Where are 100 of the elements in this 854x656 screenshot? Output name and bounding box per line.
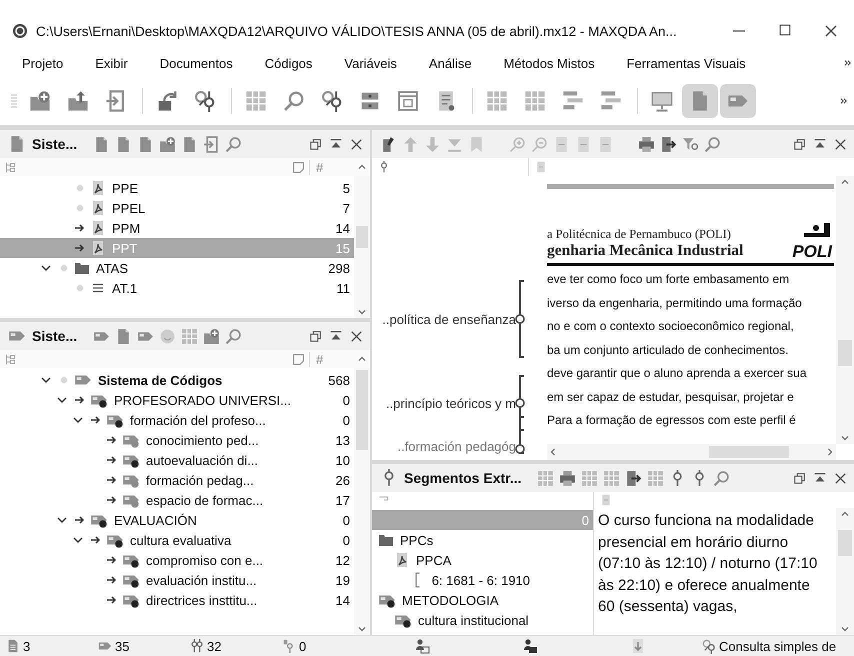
export-icon[interactable] xyxy=(625,470,642,486)
code-label[interactable]: ..política de enseñanza xyxy=(382,312,516,326)
column-header: # xyxy=(309,352,352,366)
restore-icon[interactable] xyxy=(793,471,807,485)
menu-item[interactable]: Variáveis xyxy=(332,56,409,70)
filter-icon[interactable] xyxy=(682,136,699,152)
page-icon xyxy=(535,161,547,173)
menu-item[interactable]: Códigos xyxy=(252,56,324,70)
tree-item[interactable]: PPEL 7 xyxy=(0,198,354,218)
maximize-icon[interactable] xyxy=(778,23,792,37)
printer-icon[interactable] xyxy=(638,136,655,152)
pencil-icon[interactable] xyxy=(380,136,397,152)
tree-item[interactable]: ATAS 298 xyxy=(0,258,354,278)
code-label[interactable]: ..formación pedagóg xyxy=(397,439,516,454)
exit-icon[interactable] xyxy=(203,136,220,152)
close-icon[interactable] xyxy=(349,136,364,152)
tree-item[interactable]: cultura evaluativa 0 xyxy=(0,530,354,550)
hierarchy-icon xyxy=(4,160,17,174)
list-icon[interactable] xyxy=(600,90,622,112)
folder-plus-icon[interactable] xyxy=(159,136,176,152)
scrollbar-thumb[interactable] xyxy=(838,340,852,366)
scrollbar-thumb[interactable] xyxy=(356,370,368,450)
tree-item[interactable]: cultura institucional xyxy=(372,610,593,630)
tree-item[interactable]: formación del profeso... 0 xyxy=(0,410,354,430)
close-icon[interactable] xyxy=(349,328,364,344)
menu-item[interactable]: Projeto xyxy=(10,56,76,70)
folder-plus-icon[interactable] xyxy=(29,90,51,112)
pin-search-icon[interactable] xyxy=(194,90,216,112)
tree-item[interactable]: Sistema de Códigos 568 xyxy=(0,370,354,390)
document-text-line: eve ter como foco um forte embasamento em xyxy=(547,271,790,288)
pdf-icon xyxy=(90,180,106,196)
menu-item[interactable]: Exibir xyxy=(83,56,140,70)
status-count: 35 xyxy=(115,638,130,654)
folder-plus-icon[interactable] xyxy=(203,328,220,344)
close-icon[interactable] xyxy=(823,23,839,39)
page-heading: a Politécnica de Pernambuco (POLI) xyxy=(547,227,732,242)
scrollbar-thumb[interactable] xyxy=(709,446,789,458)
pin-icon xyxy=(378,161,390,173)
scrollbar-thumb[interactable] xyxy=(838,530,852,556)
poli-logo: POLI xyxy=(792,223,832,260)
memo-icon xyxy=(292,352,305,366)
document-text-line: ba um conjunto articulado de conhecimentos. xyxy=(547,342,790,358)
document-text-line: deve garantir que o aluno aprenda a exercer sua xyxy=(547,365,808,382)
tree-item[interactable]: PPM 14 xyxy=(0,218,354,238)
document-text-line: Para a formação de egressos com este perfil é xyxy=(547,412,797,429)
tree-item[interactable]: evaluación institu... 19 xyxy=(0,570,354,590)
pin-search-icon[interactable] xyxy=(321,90,343,112)
tree-item[interactable]: directrices insttitu... 14 xyxy=(0,590,354,610)
tree-item[interactable]: 6: 1681 - 6: 1910 xyxy=(372,570,593,590)
window-icon[interactable] xyxy=(397,90,419,112)
restore-icon[interactable] xyxy=(309,329,323,343)
list-icon[interactable] xyxy=(562,90,584,112)
tree-item[interactable]: conocimiento ped... 13 xyxy=(0,430,354,450)
monitor-icon[interactable] xyxy=(651,90,673,112)
menu-item[interactable]: Ferramentas Visuais xyxy=(614,56,758,70)
tree-item[interactable]: EVALUACIÓN 0 xyxy=(0,510,354,530)
user-icon[interactable] xyxy=(522,638,538,654)
menu-item[interactable]: Métodos Mistos xyxy=(492,56,607,70)
pdf-icon xyxy=(394,552,410,568)
download-icon[interactable] xyxy=(630,638,646,654)
pin-search-icon xyxy=(702,638,717,654)
hierarchy-icon xyxy=(4,352,17,366)
document-text-line: no e com o contexto socioeconômico regional, xyxy=(547,318,795,335)
tree-item[interactable]: compromiso con e... 12 xyxy=(0,550,354,570)
tree-item[interactable]: formación pedag... 26 xyxy=(0,470,354,490)
toolbar-button[interactable] xyxy=(720,84,756,118)
folder-arrow-icon[interactable] xyxy=(67,90,89,112)
restore-icon[interactable] xyxy=(309,137,323,151)
document-text-line: em ser capaz de estudar, pesquisar, projetar e xyxy=(547,388,795,406)
tree-item[interactable]: METODOLOGIA xyxy=(372,590,593,610)
folder-icon xyxy=(74,260,90,276)
scrollbar-thumb[interactable] xyxy=(356,226,368,248)
tree-item[interactable]: PPCs xyxy=(372,530,593,550)
close-icon[interactable] xyxy=(833,470,848,486)
undo-icon[interactable] xyxy=(156,90,178,112)
search-icon[interactable] xyxy=(713,470,730,486)
printer-icon[interactable] xyxy=(559,470,576,486)
menu-item[interactable]: Documentos xyxy=(148,56,245,70)
tree-item[interactable]: PROFESORADO UNIVERSI... 0 xyxy=(0,390,354,410)
code-label[interactable]: ..princípio teóricos y m xyxy=(386,396,516,410)
search-icon[interactable] xyxy=(225,136,242,152)
search-icon[interactable] xyxy=(225,328,242,344)
tree-item[interactable]: espacio de formac... 17 xyxy=(0,490,354,510)
document-text-line: iverso da engenharia, permitindo uma formação xyxy=(547,294,803,312)
user-icon[interactable] xyxy=(414,638,430,654)
exit-icon[interactable] xyxy=(105,90,127,112)
tree-item[interactable]: autoevaluación di... 10 xyxy=(0,450,354,470)
memo-icon xyxy=(292,160,305,174)
search-icon[interactable] xyxy=(704,136,721,152)
close-icon[interactable] xyxy=(833,136,848,152)
columns-icon[interactable] xyxy=(359,90,381,112)
menu-item[interactable]: Análise xyxy=(416,56,484,70)
tree-item[interactable]: AT.1 11 xyxy=(0,278,354,298)
pins-icon xyxy=(190,639,204,653)
toolbar-button[interactable] xyxy=(682,84,718,118)
search-icon[interactable] xyxy=(283,90,305,112)
tree-item[interactable]: PPCA xyxy=(372,550,593,570)
tree-item[interactable]: PPE 5 xyxy=(0,178,354,198)
export-icon[interactable] xyxy=(660,136,677,152)
restore-icon[interactable] xyxy=(793,137,807,151)
